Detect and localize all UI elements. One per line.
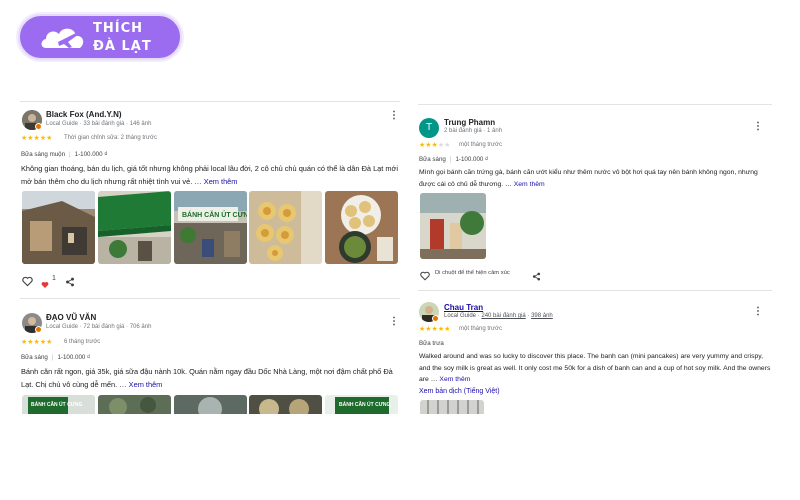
reviewer-meta[interactable]: Local Guide · 240 bài đánh giá · 398 ảnh [444, 313, 553, 319]
see-more-link[interactable]: Xem thêm [204, 177, 238, 186]
reviewer-meta[interactable]: Local Guide · 33 bài đánh giá · 146 ảnh [46, 121, 151, 127]
star-rating: ★★★★★ [419, 326, 451, 333]
review-text: Bánh căn rất ngon, giá 35k, giá sữa đậu … [21, 366, 399, 391]
reviewer-meta[interactable]: 2 bài đánh giá · 1 ảnh [444, 128, 502, 134]
thich-da-lat-logo: THÍCH ĐÀ LẠT [18, 14, 182, 60]
divider [20, 101, 400, 102]
review-tags: Bữa sáng | 1-100.000 ₫ [419, 156, 489, 163]
star-rating: ★★★★★ [21, 135, 53, 142]
reviewer-name[interactable]: Black Fox (And.Y.N) [46, 110, 122, 119]
review-tags: Bữa sáng | 1-100.000 ₫ [21, 354, 91, 361]
review-photo[interactable] [420, 400, 484, 414]
logo-line-1: THÍCH [93, 21, 144, 36]
more-options-icon[interactable]: ⋮ [389, 317, 399, 327]
local-guide-badge-icon [35, 326, 42, 333]
price-tag: 1-100.000 ₫ [455, 156, 489, 163]
see-more-link[interactable]: Xem thêm [129, 380, 163, 389]
like-heart-icon[interactable] [22, 274, 33, 287]
review-photo[interactable] [249, 395, 322, 414]
review-text-content: Mình gọi bánh căn trứng gà, bánh căn ướt… [419, 169, 758, 188]
see-more-link[interactable]: Xem thêm [514, 181, 545, 188]
price-tag: 1-100.000 ₫ [57, 354, 91, 361]
like-heart-icon[interactable] [420, 268, 430, 281]
avatar-initial: T [425, 122, 433, 133]
avatar[interactable]: T [419, 118, 439, 138]
reviewer-name[interactable]: Trung Phamn [444, 118, 495, 127]
more-options-icon[interactable]: ⋮ [389, 111, 399, 121]
divider [20, 298, 400, 299]
review-text: Mình gọi bánh căn trứng gà, bánh căn ướt… [419, 167, 769, 190]
more-options-icon[interactable]: ⋮ [753, 122, 763, 132]
review-photo[interactable] [249, 191, 322, 264]
reviewer-meta[interactable]: Local Guide · 72 bài đánh giá · 706 ảnh [46, 324, 151, 330]
more-options-icon[interactable]: ⋮ [753, 307, 763, 317]
review-photo[interactable]: BÁNH CĂN ÚT CƯNG [325, 395, 398, 414]
review-photo[interactable] [98, 191, 171, 264]
local-guide-badge-icon [432, 315, 439, 322]
meal-tag: Bữa sáng muộn [21, 151, 66, 158]
review-photo[interactable] [174, 395, 247, 414]
review-photo[interactable]: BÁNH CĂN ÚT CƯNG [174, 191, 247, 264]
review-photo[interactable]: BÁNH CĂN ÚT CƯNG [22, 395, 95, 414]
cloud-plane-icon [41, 28, 84, 48]
share-icon[interactable] [532, 268, 541, 281]
review-time: một tháng trước [459, 326, 502, 332]
logo-line-2: ĐÀ LẠT [93, 39, 152, 54]
review-photo[interactable] [98, 395, 171, 414]
review-time: một tháng trước [459, 142, 502, 148]
reviewer-name[interactable]: Chau Tran [444, 303, 483, 312]
review-photo[interactable] [325, 191, 398, 264]
reaction-count: 1 [52, 275, 56, 282]
star-rating: ★★★★★ [21, 339, 53, 346]
review-photo[interactable] [22, 191, 95, 264]
see-more-link[interactable]: Xem thêm [439, 376, 470, 383]
review-tags: Bữa sáng muộn | 1-100.000 ₫ [21, 151, 108, 158]
review-text-content: Walked around and was so lucky to discov… [419, 353, 771, 383]
price-tag: 1-100.000 ₫ [74, 151, 108, 158]
shop-sign-text: BÁNH CĂN ÚT CƯNG [31, 401, 82, 408]
reaction-heart-icon [41, 276, 49, 288]
reaction-hint: Di chuột để thể hiện cảm xúc [435, 270, 510, 276]
meal-tag: Bữa sáng [419, 156, 446, 163]
photos-count-link[interactable]: 398 ảnh [531, 313, 553, 319]
review-time: Thời gian chỉnh sửa: 2 tháng trước [64, 135, 157, 141]
translate-link[interactable]: Xem bản dịch (Tiếng Việt) [419, 388, 500, 395]
shop-sign-text: BÁNH CĂN ÚT CƯNG [339, 401, 390, 408]
divider [418, 290, 772, 291]
review-text-content: Bánh căn rất ngon, giá 35k, giá sữa đậu … [21, 367, 393, 389]
share-icon[interactable] [65, 274, 75, 287]
divider [418, 104, 772, 105]
local-guide-badge-icon [35, 123, 42, 130]
reviewer-meta-prefix: Local Guide · [444, 313, 482, 319]
shop-sign-text: BÁNH CĂN ÚT CƯNG [182, 210, 247, 219]
meal-tag: Bữa trưa [419, 340, 444, 347]
review-text: Walked around and was so lucky to discov… [419, 351, 771, 386]
review-text: Không gian thoáng, bán du lịch, giá tốt … [21, 163, 399, 188]
review-photo[interactable] [420, 193, 486, 259]
reviewer-name[interactable]: ĐẠO VŨ VĂN [46, 313, 96, 322]
meal-tag: Bữa sáng [21, 354, 48, 361]
review-tags: Bữa trưa [419, 340, 444, 347]
review-time: 6 tháng trước [64, 339, 101, 345]
reviews-count-link[interactable]: 240 bài đánh giá [481, 313, 525, 319]
star-rating: ★★★★★ [419, 142, 451, 149]
